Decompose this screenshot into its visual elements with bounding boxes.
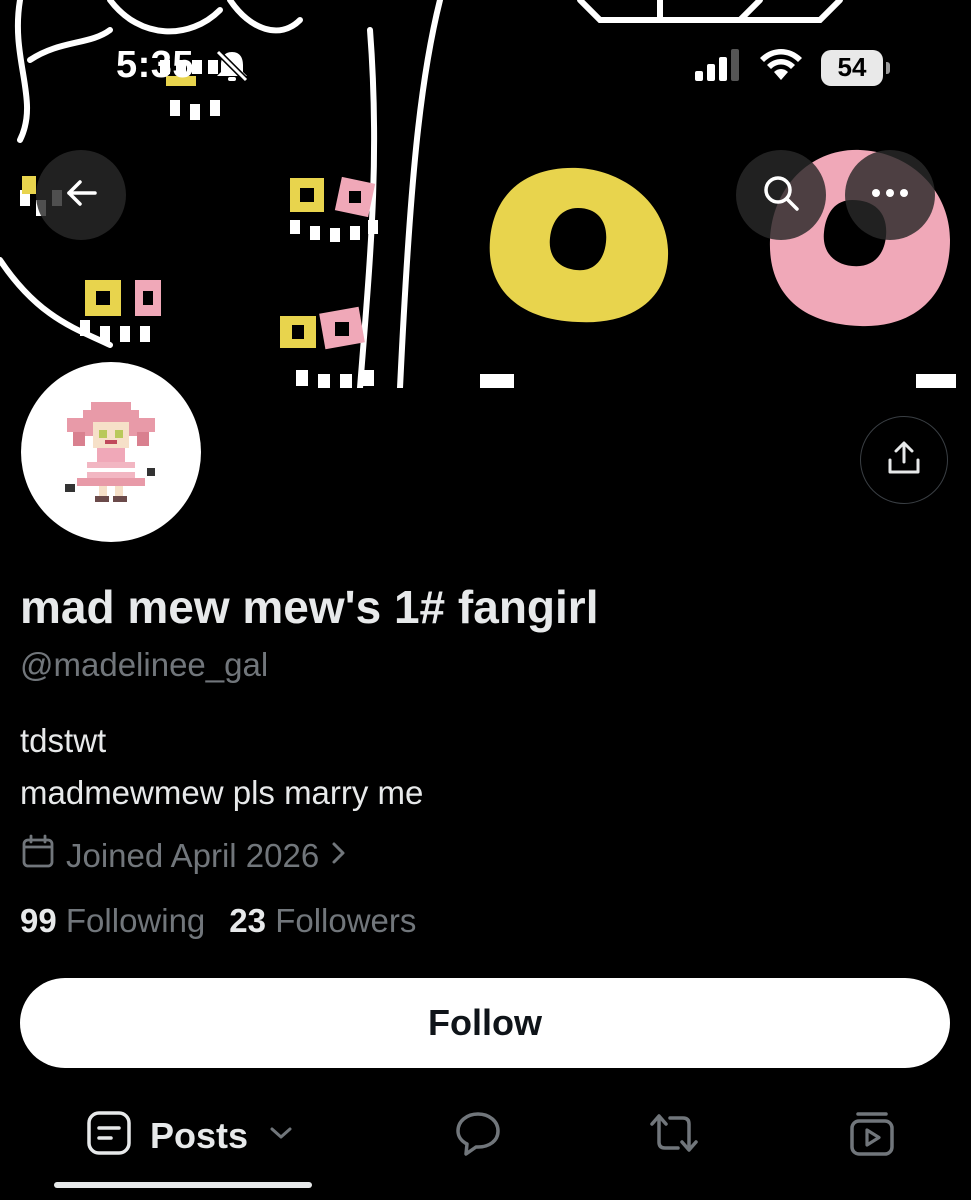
bio-line-2: madmewmew pls marry me bbox=[20, 774, 424, 811]
video-icon bbox=[848, 1110, 896, 1163]
status-indicators: 54 bbox=[695, 48, 890, 87]
following-count: 99 bbox=[20, 902, 57, 939]
arrow-left-icon bbox=[63, 175, 99, 216]
active-tab-indicator bbox=[54, 1182, 312, 1188]
share-icon bbox=[886, 440, 922, 481]
posts-icon bbox=[86, 1110, 132, 1161]
chevron-right-icon bbox=[329, 837, 349, 875]
follow-counts: 99 Following 23 Followers bbox=[20, 902, 416, 940]
joined-label: Joined April 2026 bbox=[66, 837, 320, 874]
back-button[interactable] bbox=[36, 150, 126, 240]
display-name: mad mew mew's 1# fangirl bbox=[20, 581, 599, 633]
avatar-image bbox=[21, 362, 201, 542]
speech-bubble-icon bbox=[454, 1110, 502, 1161]
followers-label: Followers bbox=[275, 902, 417, 939]
search-button[interactable] bbox=[736, 150, 826, 240]
handle: @madelinee_gal bbox=[20, 646, 269, 683]
tab-replies[interactable] bbox=[454, 1110, 502, 1161]
share-button[interactable] bbox=[860, 416, 948, 504]
status-bar: 5:35 54 bbox=[0, 0, 971, 120]
tab-reposts[interactable] bbox=[648, 1110, 700, 1161]
followers-count: 23 bbox=[229, 902, 267, 939]
calendar-icon bbox=[20, 834, 56, 878]
chevron-down-icon bbox=[268, 1124, 294, 1147]
followers-link[interactable]: 23 Followers bbox=[229, 902, 416, 940]
profile-tabs: Posts bbox=[0, 1098, 971, 1200]
cellular-signal-icon bbox=[695, 49, 741, 86]
tab-media[interactable] bbox=[848, 1110, 896, 1163]
battery-icon: 54 bbox=[821, 49, 890, 86]
repost-icon bbox=[648, 1110, 700, 1161]
bio-line-1: tdstwt bbox=[20, 722, 107, 759]
more-button[interactable] bbox=[845, 150, 935, 240]
more-horizontal-icon bbox=[870, 186, 910, 204]
mute-bell-icon bbox=[212, 48, 252, 89]
search-icon bbox=[761, 173, 801, 218]
status-time: 5:35 bbox=[116, 44, 195, 86]
following-link[interactable]: 99 Following bbox=[20, 902, 205, 940]
joined-date[interactable]: Joined April 2026 bbox=[20, 834, 349, 878]
wifi-icon bbox=[759, 48, 803, 87]
avatar[interactable] bbox=[17, 358, 205, 546]
follow-button[interactable]: Follow bbox=[20, 978, 950, 1068]
following-label: Following bbox=[65, 902, 206, 939]
tab-posts-label: Posts bbox=[150, 1114, 249, 1156]
tab-posts[interactable]: Posts bbox=[86, 1110, 294, 1161]
